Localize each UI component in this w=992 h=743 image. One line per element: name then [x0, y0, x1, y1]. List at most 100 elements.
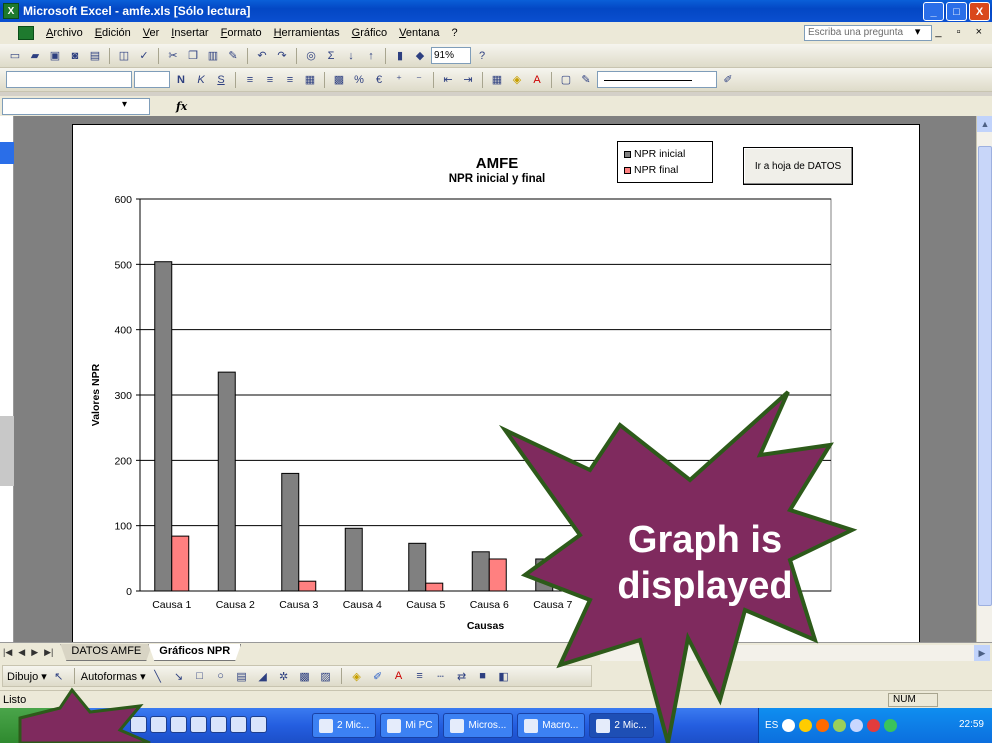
zoom-select[interactable]: 91% — [431, 47, 471, 64]
quicklaunch-icon[interactable] — [130, 716, 147, 733]
autosum-icon[interactable]: Σ — [322, 47, 340, 65]
tab-graficos-npr[interactable]: Gráficos NPR — [148, 644, 241, 661]
chart-wizard-icon[interactable]: ▮ — [391, 47, 409, 65]
align-left-icon[interactable]: ≡ — [241, 71, 259, 89]
permission-icon[interactable]: ◙ — [66, 47, 84, 65]
arrow-tool-icon[interactable]: ↘ — [170, 667, 188, 685]
scroll-thumb[interactable] — [978, 146, 992, 606]
maximize-button[interactable]: □ — [946, 2, 967, 21]
diagram-icon[interactable]: ✲ — [275, 667, 293, 685]
save-icon[interactable]: ▣ — [46, 47, 64, 65]
menu-edicion[interactable]: Edición — [89, 27, 137, 39]
go-to-data-button[interactable]: Ir a hoja de DATOS — [743, 147, 853, 185]
borders-icon[interactable]: ▦ — [488, 71, 506, 89]
menu-archivo[interactable]: Archivo — [40, 27, 89, 39]
chart-legend[interactable]: NPR inicial NPR final — [617, 141, 713, 183]
menu-ventana[interactable]: Ventana — [393, 27, 445, 39]
task-mi-pc[interactable]: Mi PC — [380, 713, 440, 738]
currency-icon[interactable]: ▩ — [330, 71, 348, 89]
close-button[interactable]: X — [969, 2, 990, 21]
decrease-indent-icon[interactable]: ⇤ — [439, 71, 457, 89]
paste-icon[interactable]: ▥ — [204, 47, 222, 65]
italic-button[interactable]: K — [192, 71, 210, 89]
cut-icon[interactable]: ✂ — [164, 47, 182, 65]
align-right-icon[interactable]: ≡ — [281, 71, 299, 89]
tab-datos-amfe[interactable]: DATOS AMFE — [60, 644, 152, 661]
font-color-icon[interactable]: A — [528, 71, 546, 89]
menu-ver[interactable]: Ver — [137, 27, 166, 39]
line-style-icon[interactable]: ≡ — [411, 667, 429, 685]
print-icon[interactable]: ▤ — [86, 47, 104, 65]
copy-icon[interactable]: ❐ — [184, 47, 202, 65]
undo-icon[interactable]: ↶ — [253, 47, 271, 65]
open-icon[interactable]: ▰ — [26, 47, 44, 65]
align-center-icon[interactable]: ≡ — [261, 71, 279, 89]
tray-icon[interactable] — [867, 719, 881, 732]
tray-icon[interactable] — [850, 719, 864, 732]
excel-icon[interactable]: X — [3, 3, 19, 19]
sort-asc-icon[interactable]: ↓ — [342, 47, 360, 65]
tray-icon[interactable] — [799, 719, 813, 732]
euro-button[interactable]: € — [370, 71, 388, 89]
spelling-icon[interactable]: ✓ — [135, 47, 153, 65]
chart-objects-icon[interactable]: ▢ — [557, 71, 575, 89]
task-excel[interactable]: 2 Mic... — [589, 713, 654, 738]
line-style-select[interactable] — [597, 71, 717, 88]
redo-icon[interactable]: ↷ — [273, 47, 291, 65]
horizontal-scrollbar[interactable]: ▶ — [600, 645, 990, 661]
percent-button[interactable]: % — [350, 71, 368, 89]
start-button[interactable] — [0, 708, 96, 743]
minimize-button[interactable]: _ — [923, 2, 944, 21]
next-sheet-icon[interactable]: ▶ — [28, 647, 41, 658]
fx-icon[interactable]: fx — [176, 100, 187, 113]
dibujo-menu[interactable]: Dibujo ▾ — [7, 670, 47, 683]
wordart-icon[interactable]: ◢ — [254, 667, 272, 685]
oval-tool-icon[interactable]: ○ — [212, 667, 230, 685]
pen-icon[interactable]: ✎ — [577, 71, 595, 89]
menu-herramientas[interactable]: Herramientas — [268, 27, 346, 39]
name-box[interactable] — [2, 97, 150, 115]
scroll-up-icon[interactable]: ▲ — [977, 116, 992, 132]
rectangle-tool-icon[interactable]: □ — [191, 667, 209, 685]
textbox-tool-icon[interactable]: ▤ — [233, 667, 251, 685]
format-painter-icon[interactable]: ✎ — [224, 47, 242, 65]
drawing-icon[interactable]: ◆ — [411, 47, 429, 65]
quicklaunch-icon[interactable] — [190, 716, 207, 733]
new-icon[interactable]: ▭ — [6, 47, 24, 65]
tray-icon[interactable] — [816, 719, 830, 732]
menu-insertar[interactable]: Insertar — [165, 27, 214, 39]
last-sheet-icon[interactable]: ▶| — [41, 647, 56, 658]
fill-color-icon[interactable]: ◈ — [508, 71, 526, 89]
increase-decimal-icon[interactable]: ⁺ — [390, 71, 408, 89]
sort-desc-icon[interactable]: ↑ — [362, 47, 380, 65]
line-tool-icon[interactable]: ╲ — [149, 667, 167, 685]
hyperlink-icon[interactable]: ◎ — [302, 47, 320, 65]
first-sheet-icon[interactable]: |◀ — [0, 647, 15, 658]
clipart-icon[interactable]: ▩ — [296, 667, 314, 685]
prev-sheet-icon[interactable]: ◀ — [15, 647, 28, 658]
ask-question-input[interactable]: Escriba una pregunta — [804, 25, 932, 41]
font-select[interactable] — [6, 71, 132, 88]
task-micros[interactable]: Micros... — [443, 713, 514, 738]
workbook-window-controls[interactable]: ▾ _ ▫ × — [915, 25, 988, 38]
arrow-style-icon[interactable]: ⇄ — [453, 667, 471, 685]
line-color-icon[interactable]: ✐ — [719, 71, 737, 89]
picture-icon[interactable]: ▨ — [317, 667, 335, 685]
decrease-decimal-icon[interactable]: ⁻ — [410, 71, 428, 89]
tray-icon[interactable] — [833, 719, 847, 732]
quicklaunch-icon[interactable] — [170, 716, 187, 733]
autoformas-menu[interactable]: Autoformas ▾ — [81, 670, 146, 683]
quicklaunch-icon[interactable] — [210, 716, 227, 733]
menu-help[interactable]: ? — [445, 27, 463, 39]
workbook-icon[interactable] — [18, 26, 34, 40]
preview-icon[interactable]: ◫ — [115, 47, 133, 65]
scroll-right-icon[interactable]: ▶ — [974, 645, 990, 661]
draw-fill-color-icon[interactable]: ◈ — [348, 667, 366, 685]
help-icon[interactable]: ? — [473, 47, 491, 65]
menu-grafico[interactable]: Gráfico — [346, 27, 393, 39]
tray-icon[interactable] — [884, 719, 898, 732]
merge-center-icon[interactable]: ▦ — [301, 71, 319, 89]
draw-line-color-icon[interactable]: ✐ — [369, 667, 387, 685]
task-macro[interactable]: Macro... — [517, 713, 586, 738]
increase-indent-icon[interactable]: ⇥ — [459, 71, 477, 89]
